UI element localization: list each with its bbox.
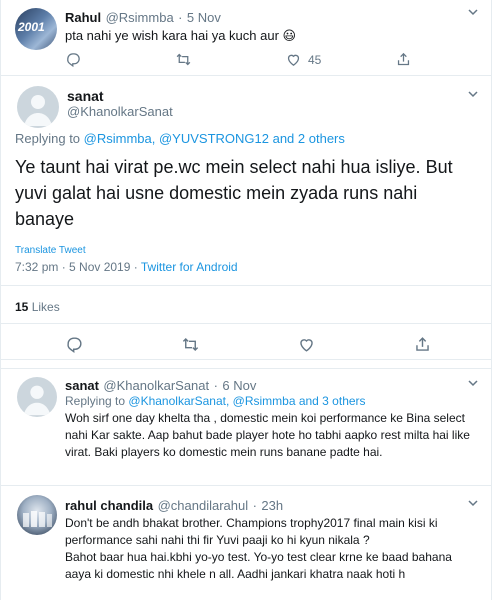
replying-to: Replying to @Rsimmba, @YUVSTRONG12 and 2…	[15, 131, 345, 146]
tweet-text-paragraph-2: Bahot baar hua hai.kbhi yo-yo test. Yo-y…	[65, 550, 452, 581]
divider	[1, 285, 492, 286]
handle[interactable]: @KhanolkarSanat	[67, 104, 173, 119]
retweet-icon	[176, 53, 191, 66]
chevron-down-icon[interactable]	[467, 377, 479, 389]
tweet-text: pta nahi ye wish kara hai ya kuch aur 😃	[65, 28, 297, 43]
timeline-frame: 2001 Rahul @Rsimmba · 5 Nov pta nahi ye …	[0, 0, 492, 600]
replying-links[interactable]: @Rsimmba, @YUVSTRONG12 and 2 others	[84, 131, 345, 146]
replying-to: Replying to @KhanolkarSanat, @Rsimmba an…	[65, 394, 366, 408]
like-button[interactable]: 45	[285, 51, 395, 68]
reply-icon	[67, 53, 80, 68]
like-icon	[287, 54, 300, 66]
dot-separator: ·	[252, 498, 257, 513]
tweet-text-paragraph-1: Don't be andh bhakat brother. Champions …	[65, 516, 438, 547]
divider	[1, 323, 492, 324]
default-avatar-icon[interactable]	[17, 377, 57, 417]
tweet-reply-rahul-chandila[interactable]: rahul chandila @chandilarahul · 23h Don'…	[1, 487, 492, 600]
default-avatar-icon[interactable]	[17, 86, 59, 128]
tweet-header: sanat @KhanolkarSanat · 6 Nov	[65, 377, 256, 395]
tweet-actions	[65, 335, 485, 354]
chevron-down-icon[interactable]	[467, 88, 479, 100]
avatar[interactable]: 2001	[15, 8, 57, 50]
tweet-reply-sanat[interactable]: sanat @KhanolkarSanat · 6 Nov Replying t…	[1, 368, 492, 486]
tweet-actions: 45	[65, 51, 425, 68]
reply-button[interactable]	[65, 335, 181, 354]
handle[interactable]: @Rsimmba	[106, 10, 174, 25]
replying-prefix: Replying to	[15, 131, 81, 146]
handle[interactable]: @chandilarahul	[158, 498, 249, 513]
retweet-button[interactable]	[175, 51, 285, 68]
likes-count: 15	[15, 300, 29, 314]
display-name[interactable]: sanat	[65, 378, 99, 393]
dot-separator: ·	[133, 260, 138, 274]
like-button[interactable]	[297, 335, 413, 354]
share-button[interactable]	[413, 335, 432, 354]
avatar-text: 2001	[18, 20, 45, 34]
display-name[interactable]: rahul chandila	[65, 498, 153, 513]
chevron-down-icon[interactable]	[467, 6, 479, 18]
timestamp[interactable]: 6 Nov	[222, 378, 256, 393]
reply-icon	[67, 337, 82, 354]
tweet-header: Rahul @Rsimmba · 5 Nov	[65, 9, 221, 27]
likes-label: Likes	[31, 300, 60, 314]
translate-link[interactable]: Translate Tweet	[15, 245, 86, 256]
dot-separator: ·	[213, 378, 218, 393]
timestamp[interactable]: 7:32 pm · 5 Nov 2019	[15, 260, 130, 274]
like-count: 45	[308, 52, 322, 67]
chevron-down-icon[interactable]	[467, 497, 479, 509]
like-icon	[300, 339, 313, 352]
likes-summary[interactable]: 15 Likes	[15, 300, 60, 314]
display-name[interactable]: sanat	[67, 88, 104, 104]
handle[interactable]: @KhanolkarSanat	[103, 378, 209, 393]
replying-links[interactable]: @KhanolkarSanat, @Rsimmba and 3 others	[128, 394, 365, 408]
reply-button[interactable]	[65, 51, 175, 68]
tweet-meta: 7:32 pm · 5 Nov 2019 · Twitter for Andro…	[15, 260, 238, 274]
display-name[interactable]: Rahul	[65, 10, 101, 25]
timestamp[interactable]: 23h	[261, 498, 283, 513]
tweet-header: rahul chandila @chandilarahul · 23h	[65, 497, 283, 515]
avatar[interactable]	[17, 495, 57, 535]
tweet-main: sanat @KhanolkarSanat Replying to @Rsimm…	[1, 76, 492, 360]
tweet-text: Ye taunt hai virat pe.wc mein select nah…	[15, 157, 453, 229]
replying-prefix: Replying to	[65, 394, 126, 408]
client-link[interactable]: Twitter for Android	[141, 260, 238, 274]
timestamp[interactable]: 5 Nov	[187, 10, 221, 25]
tweet-text: Woh sirf one day khelta tha , domestic m…	[65, 411, 470, 459]
share-icon	[416, 337, 429, 351]
tweet-rahul[interactable]: 2001 Rahul @Rsimmba · 5 Nov pta nahi ye …	[1, 0, 492, 76]
dot-separator: ·	[178, 10, 183, 25]
share-icon	[397, 52, 410, 66]
share-button[interactable]	[395, 51, 412, 68]
retweet-icon	[182, 337, 199, 352]
retweet-button[interactable]	[181, 335, 297, 354]
